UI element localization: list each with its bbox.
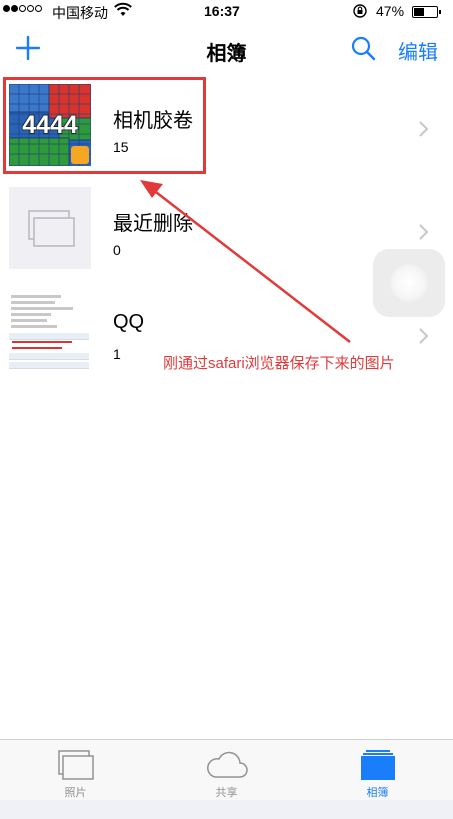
tab-shared[interactable]: 共享: [151, 740, 302, 801]
annotation-text: 刚通过safari浏览器保存下来的图片: [163, 355, 395, 372]
tab-albums[interactable]: 相簿: [302, 740, 453, 801]
album-count: 0: [113, 242, 121, 258]
tab-label: 照片: [64, 787, 87, 799]
highlight-box: [3, 77, 206, 174]
cloud-icon: [206, 751, 248, 778]
album-thumbnail: [9, 187, 91, 269]
chevron-right-icon: [419, 121, 429, 137]
status-bar: 中国移动 16:37 47%: [0, 0, 453, 24]
photos-icon: [57, 750, 94, 780]
chevron-right-icon: [419, 224, 429, 240]
album-name: QQ: [113, 311, 145, 333]
album-count: 1: [113, 346, 121, 362]
battery-icon: [412, 6, 441, 18]
chevron-right-icon: [419, 328, 429, 344]
carrier-name: 中国移动: [52, 5, 108, 21]
navigation-bar: 相簿 编辑: [0, 24, 453, 76]
tab-bar: 照片 共享 相簿: [0, 739, 453, 800]
bottom-strip: [0, 800, 453, 819]
assistive-touch-icon: [390, 264, 428, 302]
status-time: 16:37: [204, 3, 240, 19]
wifi-icon: [114, 2, 132, 16]
empty-album-icon: [28, 210, 75, 247]
tab-label: 共享: [215, 787, 238, 799]
search-icon[interactable]: [350, 35, 376, 61]
album-thumbnail: [9, 291, 91, 373]
album-name: 最近删除: [113, 213, 193, 235]
tab-photos[interactable]: 照片: [0, 740, 151, 801]
page-title: 相簿: [206, 43, 247, 65]
rotation-lock-icon: [353, 4, 367, 18]
battery-percent: 47%: [376, 3, 405, 19]
tab-label: 相簿: [366, 787, 389, 799]
edit-button[interactable]: 编辑: [398, 36, 438, 65]
albums-icon: [360, 750, 395, 780]
signal-dots-icon: [3, 5, 42, 12]
assistive-touch-button[interactable]: [373, 249, 445, 317]
